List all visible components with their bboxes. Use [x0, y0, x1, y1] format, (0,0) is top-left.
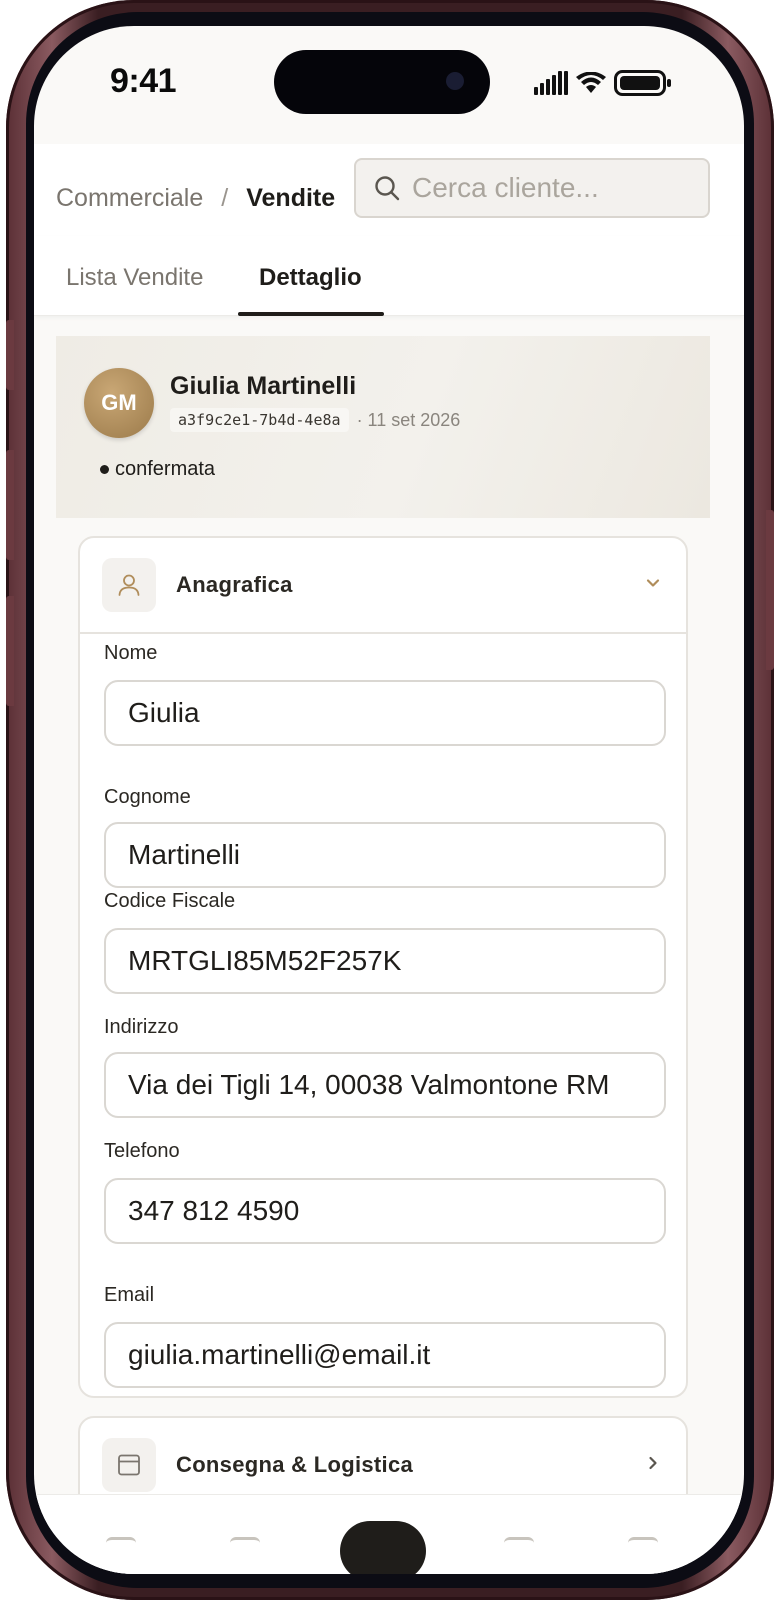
section-icon-box — [102, 1438, 156, 1492]
search-icon — [375, 176, 400, 201]
indirizzo-field[interactable] — [104, 1052, 666, 1118]
customer-name: Giulia Martinelli — [170, 372, 357, 400]
signal-icon — [534, 71, 568, 95]
customer-meta: a3f9c2e1-7b4d-4e8a · 11 set 2026 — [170, 408, 460, 432]
nav-tag-icon[interactable] — [504, 1537, 534, 1551]
codice-fiscale-field[interactable] — [104, 928, 666, 994]
status-dot-icon — [100, 465, 109, 474]
tab-dettaglio[interactable]: Dettaglio — [259, 264, 362, 292]
status-label: confermata — [115, 458, 216, 480]
screen: 9:41 Commerciale / Vendite Cerca cliente… — [34, 26, 744, 1574]
battery-icon — [614, 70, 671, 96]
section-icon-box — [102, 558, 156, 612]
volume-down-button — [6, 596, 14, 706]
status-icons — [534, 70, 672, 96]
breadcrumb-parent[interactable]: Commerciale — [56, 184, 203, 213]
bottom-nav — [34, 1494, 744, 1574]
calendar-icon — [118, 1454, 140, 1476]
section-anagrafica: Anagrafica Nome Cognome Codice Fiscale I… — [78, 536, 688, 1398]
avatar: GM — [84, 368, 154, 438]
search-box[interactable] — [354, 158, 710, 218]
tab-bar: Lista Vendite Dettaglio — [34, 236, 744, 316]
breadcrumb-current: Vendite — [246, 184, 336, 212]
field-label-codice-fiscale: Codice Fiscale — [104, 890, 236, 912]
nome-field[interactable] — [104, 680, 666, 746]
camera-icon — [446, 72, 464, 90]
chevron-right-icon[interactable] — [644, 1454, 662, 1472]
section-title: Consegna & Logistica — [176, 1452, 414, 1477]
field-label-indirizzo: Indirizzo — [104, 1016, 179, 1038]
order-id: a3f9c2e1-7b4d-4e8a — [170, 408, 349, 432]
user-icon — [118, 574, 140, 596]
section-anagrafica-header[interactable]: Anagrafica — [80, 538, 686, 632]
wifi-icon — [576, 72, 606, 93]
telefono-field[interactable] — [104, 1178, 666, 1244]
customer-header: GM Giulia Martinelli a3f9c2e1-7b4d-4e8a … — [56, 336, 710, 518]
field-label-nome: Nome — [104, 642, 158, 664]
field-label-email: Email — [104, 1284, 155, 1306]
field-label-cognome: Cognome — [104, 786, 191, 808]
nav-home-icon[interactable] — [106, 1537, 136, 1551]
order-date: · 11 set 2026 — [356, 409, 461, 430]
status-time: 9:41 — [110, 62, 177, 100]
cognome-field[interactable] — [104, 822, 666, 888]
dynamic-island — [274, 50, 490, 114]
tab-lista-vendite[interactable]: Lista Vendite — [66, 264, 203, 292]
mute-switch — [6, 320, 14, 390]
active-tab-indicator — [238, 312, 384, 316]
power-button — [766, 510, 774, 670]
breadcrumb-separator: / — [221, 184, 229, 212]
search-input[interactable] — [412, 172, 682, 204]
volume-up-button — [6, 450, 14, 560]
field-label-telefono: Telefono — [104, 1140, 180, 1162]
nav-document-icon[interactable] — [230, 1537, 260, 1551]
status-badge: confermata — [100, 458, 215, 481]
nav-cart-button[interactable] — [340, 1521, 426, 1574]
breadcrumb: Commerciale / Vendite — [56, 184, 335, 213]
section-title: Anagrafica — [176, 572, 293, 597]
section-divider — [80, 632, 686, 634]
chevron-down-icon[interactable] — [644, 574, 662, 592]
email-field[interactable] — [104, 1322, 666, 1388]
nav-profile-icon[interactable] — [628, 1537, 658, 1551]
